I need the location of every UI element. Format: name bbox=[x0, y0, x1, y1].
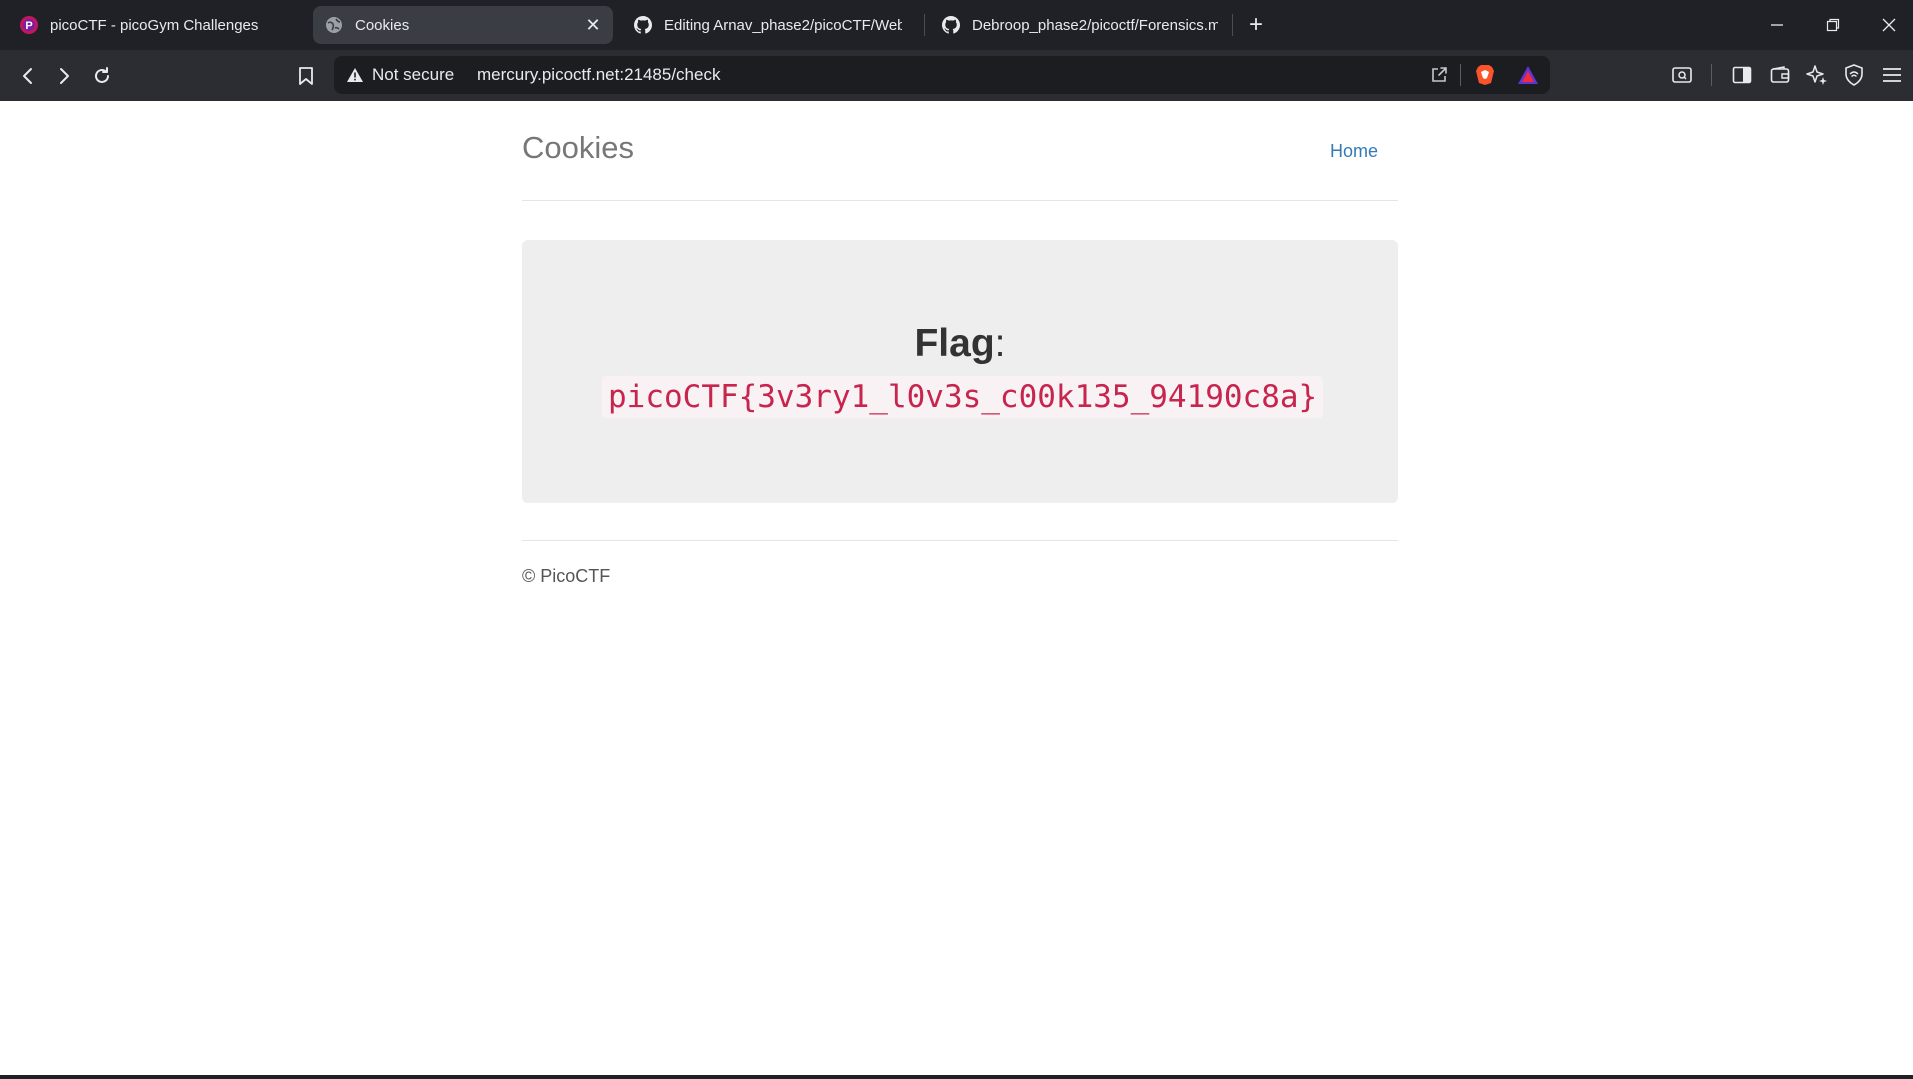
brave-shields-icon[interactable] bbox=[1472, 62, 1498, 88]
address-divider bbox=[1460, 64, 1461, 86]
flag-label: Flag bbox=[914, 322, 995, 365]
tab-divider bbox=[1232, 14, 1233, 36]
minimize-icon[interactable] bbox=[1757, 10, 1797, 40]
bookmark-icon[interactable] bbox=[292, 62, 320, 90]
footer-divider bbox=[522, 540, 1398, 541]
tab-cookies[interactable]: Cookies ✕ bbox=[313, 6, 613, 44]
nav-home-link[interactable]: Home bbox=[1330, 141, 1378, 162]
sidebar-icon[interactable] bbox=[1729, 62, 1755, 88]
flag-value: picoCTF{3v3ry1_l0v3s_c00k135_94190c8a} bbox=[602, 376, 1324, 418]
new-tab-button[interactable]: + bbox=[1243, 12, 1269, 38]
tab-search-icon[interactable] bbox=[1669, 62, 1695, 88]
tab-strip: P picoCTF - picoGym Challenges Cookies ✕… bbox=[0, 0, 1913, 50]
tab-picoctf[interactable]: P picoCTF - picoGym Challenges bbox=[8, 6, 308, 44]
flag-heading: Flag: bbox=[522, 322, 1398, 366]
warning-icon bbox=[347, 68, 363, 82]
forward-icon[interactable] bbox=[50, 62, 78, 90]
flag-colon: : bbox=[994, 322, 1006, 365]
tab-github-debroop[interactable]: Debroop_phase2/picoctf/Forensics.m bbox=[930, 6, 1230, 44]
site-title: Cookies bbox=[522, 130, 634, 165]
close-tab-icon[interactable]: ✕ bbox=[583, 15, 603, 35]
footer-copyright: © PicoCTF bbox=[522, 566, 611, 586]
tab-label: Cookies bbox=[355, 16, 410, 34]
menu-icon[interactable] bbox=[1879, 62, 1905, 88]
close-window-icon[interactable] bbox=[1869, 10, 1909, 40]
tab-label: Debroop_phase2/picoctf/Forensics.m bbox=[972, 16, 1218, 34]
not-secure-label: Not secure bbox=[372, 65, 455, 84]
back-icon[interactable] bbox=[14, 62, 42, 90]
security-indicator[interactable]: Not secure bbox=[346, 64, 454, 86]
tab-divider bbox=[924, 14, 925, 36]
tab-label: Editing Arnav_phase2/picoCTF/Web_l bbox=[664, 16, 902, 34]
window-bottom-border bbox=[0, 1075, 1913, 1079]
leo-ai-icon[interactable] bbox=[1804, 62, 1830, 88]
web-page: Cookies Home Flag: picoCTF{3v3ry1_l0v3s_… bbox=[0, 101, 1913, 1075]
url-text[interactable]: mercury.picoctf.net:21485/check bbox=[477, 64, 720, 86]
svg-text:P: P bbox=[25, 20, 32, 32]
brave-rewards-icon[interactable] bbox=[1515, 62, 1541, 88]
github-icon bbox=[634, 16, 652, 34]
tab-label: picoCTF - picoGym Challenges bbox=[50, 16, 259, 34]
globe-icon bbox=[325, 16, 343, 34]
vpn-icon[interactable] bbox=[1841, 62, 1867, 88]
toolbar-divider bbox=[1711, 64, 1712, 86]
restore-icon[interactable] bbox=[1813, 10, 1853, 40]
reload-icon[interactable] bbox=[88, 62, 116, 90]
flag-panel: Flag: picoCTF{3v3ry1_l0v3s_c00k135_94190… bbox=[522, 240, 1398, 503]
wallet-icon[interactable] bbox=[1767, 62, 1793, 88]
github-icon bbox=[942, 16, 960, 34]
tab-github-arnav[interactable]: Editing Arnav_phase2/picoCTF/Web_l bbox=[622, 6, 914, 44]
share-icon[interactable] bbox=[1426, 62, 1452, 88]
header-divider bbox=[522, 200, 1398, 201]
picoctf-icon: P bbox=[20, 16, 38, 34]
